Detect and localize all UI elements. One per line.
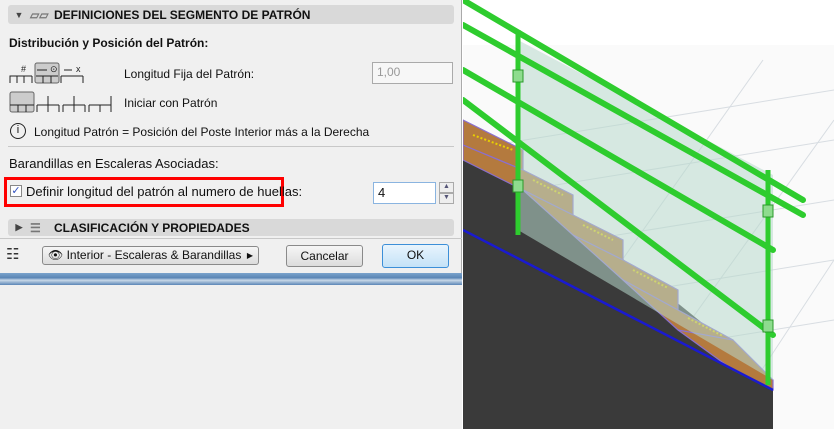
railing-settings-dialog: ▼ ▱▱ DEFINICIONES DEL SEGMENTO DE PATRÓN… bbox=[0, 0, 462, 429]
spin-up-button[interactable]: ▲ bbox=[439, 182, 454, 193]
svg-text:⊙: ⊙ bbox=[50, 64, 58, 74]
cancel-button[interactable]: Cancelar bbox=[286, 245, 363, 267]
window-border bbox=[0, 273, 462, 285]
3d-view[interactable] bbox=[463, 0, 834, 429]
expand-triangle-icon[interactable]: ▶ bbox=[8, 222, 30, 233]
info-icon: i bbox=[10, 123, 26, 139]
ok-button[interactable]: OK bbox=[382, 244, 449, 268]
collapse-triangle-icon[interactable]: ▼ bbox=[8, 10, 30, 20]
section-title: DEFINICIONES DEL SEGMENTO DE PATRÓN bbox=[54, 7, 311, 22]
layer-name: Interior - Escaleras & Barandillas bbox=[66, 248, 242, 262]
spin-down-button[interactable]: ▼ bbox=[439, 193, 454, 204]
fixed-length-label: Longitud Fija del Patrón: bbox=[124, 67, 255, 81]
info-text: Longitud Patrón = Posición del Poste Int… bbox=[34, 125, 370, 139]
layers-icon: ☷ bbox=[6, 246, 20, 263]
layer-combo[interactable]: 👁 Interior - Escaleras & Barandillas ▶ bbox=[42, 246, 259, 265]
distribution-mode-buttons[interactable]: # ⊙ x bbox=[9, 62, 85, 84]
fixed-length-input[interactable]: 1,00 bbox=[372, 62, 453, 84]
properties-doc-icon: ☰ bbox=[30, 220, 41, 235]
start-pattern-buttons[interactable] bbox=[9, 91, 113, 113]
railing-segment-icon: ▱▱ bbox=[30, 7, 49, 22]
define-pattern-checkbox[interactable]: ✓ bbox=[10, 185, 22, 197]
classification-section-header[interactable]: ▶ ☰ CLASIFICACIÓN Y PROPIEDADES bbox=[8, 219, 454, 236]
start-pattern-label: Iniciar con Patrón bbox=[124, 96, 218, 110]
pattern-section-header[interactable]: ▼ ▱▱ DEFINICIONES DEL SEGMENTO DE PATRÓN bbox=[8, 5, 454, 24]
arrow-right-icon: ▶ bbox=[246, 251, 253, 260]
stairs-label: Barandillas en Escaleras Asociadas: bbox=[9, 156, 219, 171]
eye-icon: 👁 bbox=[48, 248, 64, 262]
treads-input[interactable]: 4 bbox=[373, 182, 436, 204]
svg-text:#: # bbox=[21, 64, 26, 74]
section-title: CLASIFICACIÓN Y PROPIEDADES bbox=[54, 220, 250, 235]
svg-text:x: x bbox=[76, 64, 81, 74]
distribution-label: Distribución y Posición del Patrón: bbox=[9, 36, 209, 50]
background-area bbox=[0, 285, 462, 429]
define-pattern-label: Definir longitud del patrón al numero de… bbox=[26, 184, 303, 199]
stair-railing-render bbox=[463, 0, 834, 429]
